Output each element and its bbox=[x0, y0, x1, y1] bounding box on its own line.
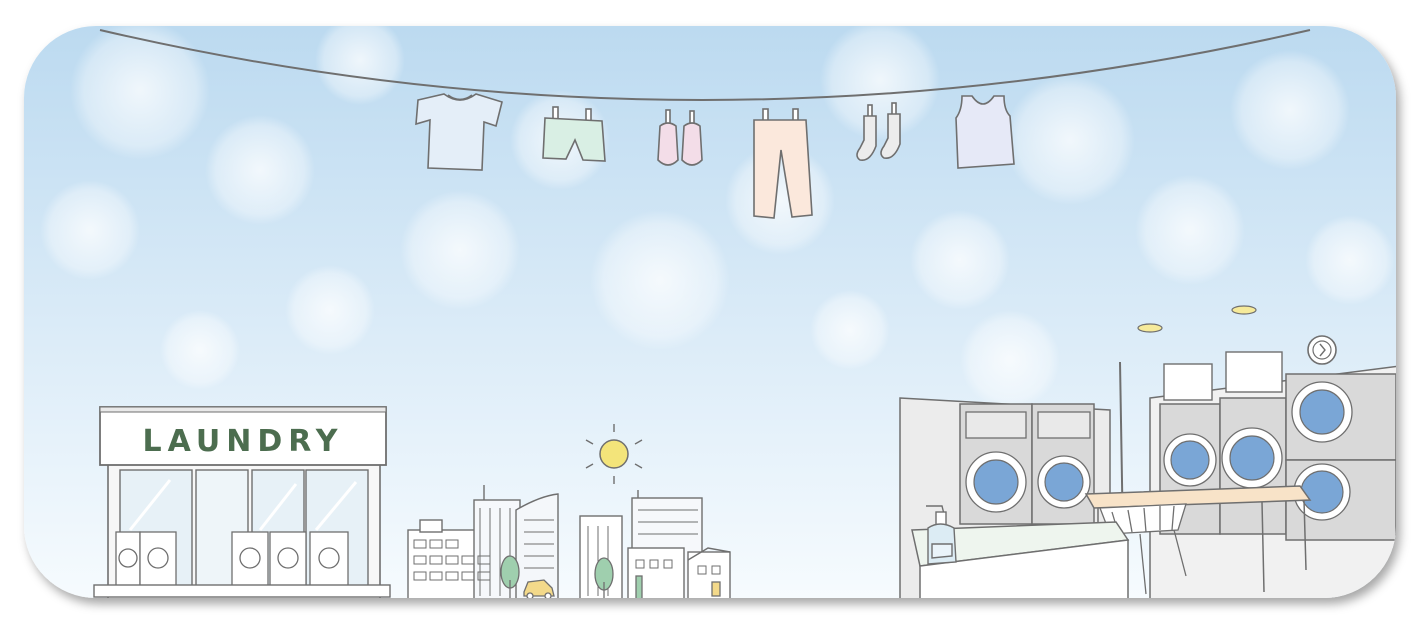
banner-illustration: LAUNDRY bbox=[24, 26, 1396, 598]
store-sign-text: LAUNDRY bbox=[143, 424, 344, 459]
laundry-banner: LAUNDRY bbox=[0, 0, 1424, 626]
tank-top-icon bbox=[955, 95, 1015, 169]
clock-icon bbox=[1307, 335, 1337, 365]
laundry-store: LAUNDRY bbox=[93, 406, 391, 598]
